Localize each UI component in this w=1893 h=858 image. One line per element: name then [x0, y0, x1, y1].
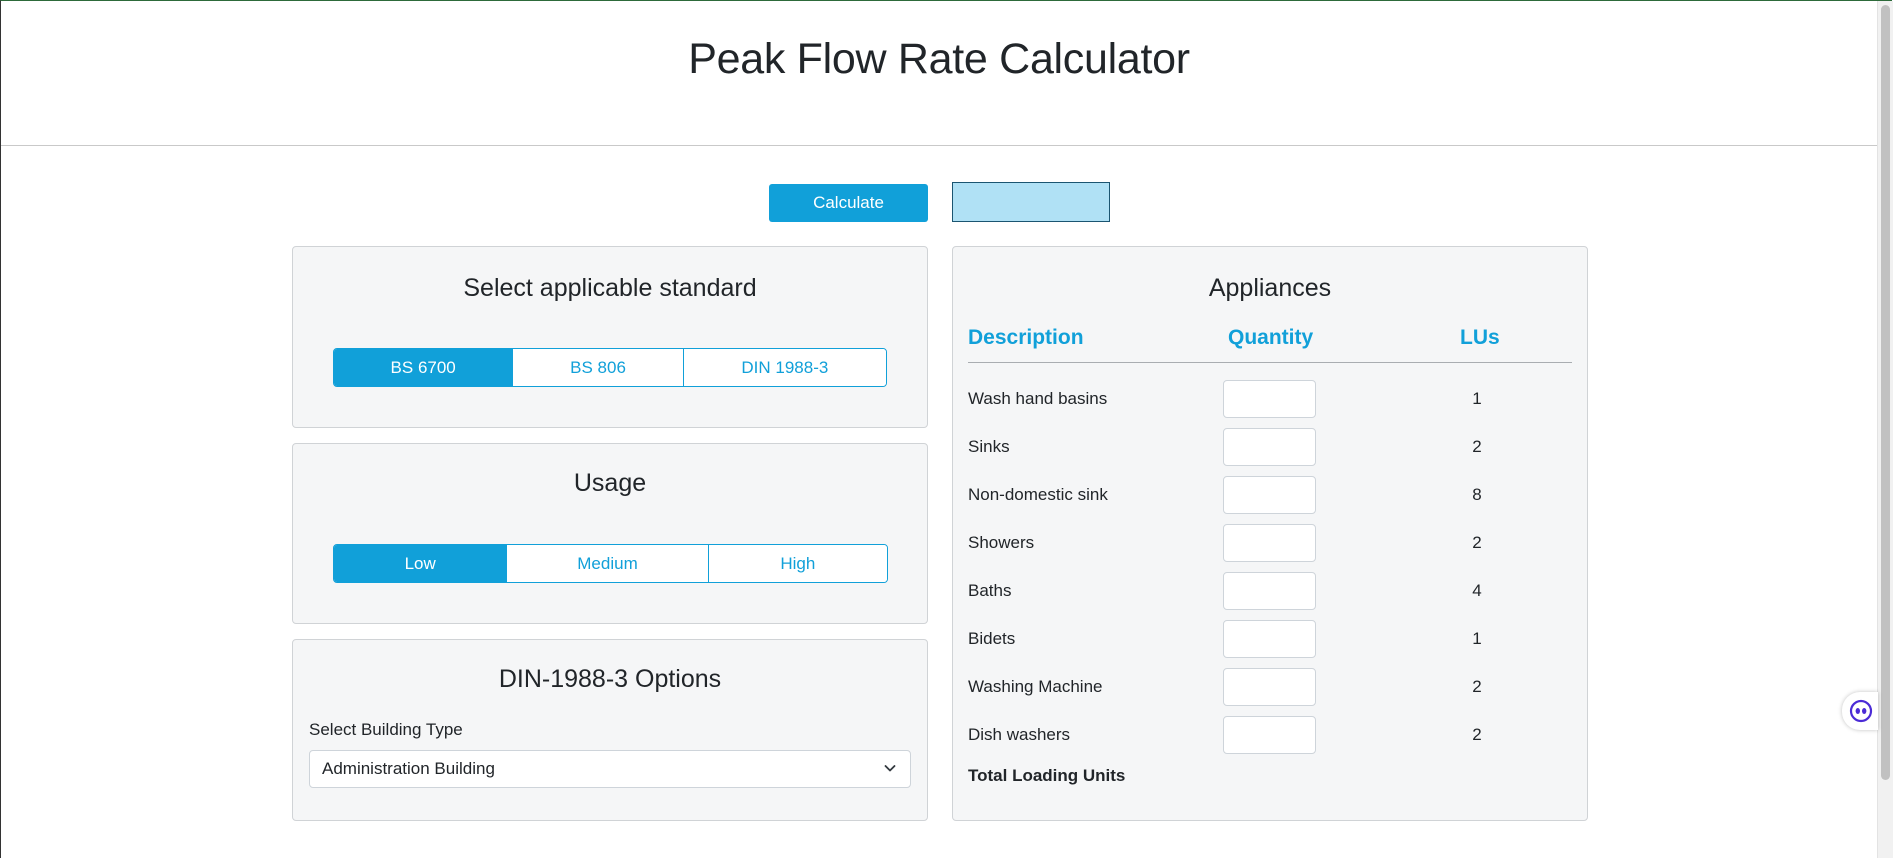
appliance-description: Wash hand basins: [968, 389, 1108, 408]
page-title: Peak Flow Rate Calculator: [688, 34, 1190, 83]
quantity-input-wash-hand-basins[interactable]: [1223, 380, 1316, 418]
scrollbar-thumb[interactable]: [1881, 5, 1890, 780]
appliances-title: Appliances: [1208, 274, 1332, 302]
standard-option-bs806[interactable]: BS 806: [513, 349, 684, 386]
table-header-divider: [968, 362, 1572, 363]
appliance-description: Dish washers: [968, 725, 1071, 744]
assistant-widget-icon: [1849, 699, 1873, 723]
appliance-description: Bidets: [968, 629, 1016, 648]
building-type-label: Select Building Type: [309, 720, 463, 739]
appliance-description: Washing Machine: [968, 677, 1103, 696]
quantity-input-sinks[interactable]: [1223, 428, 1316, 466]
column-header-lus: LUs: [1460, 326, 1500, 349]
building-type-value: Administration Building: [322, 759, 495, 778]
usage-option-low[interactable]: Low: [334, 545, 508, 582]
din-options-card: DIN-1988-3 Options Select Building Type …: [292, 639, 928, 821]
standard-card: Select applicable standard BS 6700 BS 80…: [292, 246, 928, 428]
result-output: [952, 182, 1110, 222]
usage-title: Usage: [573, 469, 647, 497]
appliance-lus: 2: [1472, 677, 1482, 696]
assistant-widget[interactable]: [1842, 692, 1878, 730]
page-header: Peak Flow Rate Calculator: [1, 1, 1877, 146]
appliance-description: Non-domestic sink: [968, 485, 1108, 504]
total-loading-units-label: Total Loading Units: [968, 766, 1126, 785]
appliance-lus: 1: [1472, 629, 1482, 648]
standard-title: Select applicable standard: [463, 274, 757, 302]
appliance-lus: 2: [1472, 533, 1482, 552]
quantity-input-baths[interactable]: [1223, 572, 1316, 610]
appliance-description: Baths: [968, 581, 1012, 600]
standard-option-din19883[interactable]: DIN 1988-3: [683, 349, 886, 386]
usage-card: Usage Low Medium High: [292, 443, 928, 624]
quantity-input-non-domestic-sink[interactable]: [1223, 476, 1316, 514]
vertical-scrollbar[interactable]: [1877, 1, 1893, 858]
appliance-lus: 2: [1472, 437, 1482, 456]
column-header-quantity: Quantity: [1228, 326, 1314, 349]
appliance-description: Sinks: [968, 437, 1010, 456]
appliance-lus: 8: [1472, 485, 1482, 504]
appliance-description: Showers: [968, 533, 1035, 552]
quantity-input-showers[interactable]: [1223, 524, 1316, 562]
usage-option-high[interactable]: High: [708, 545, 887, 582]
din-options-title: DIN-1988-3 Options: [498, 665, 722, 693]
usage-option-medium[interactable]: Medium: [507, 545, 709, 582]
appliance-lus: 4: [1472, 581, 1482, 600]
building-type-select[interactable]: Administration Building: [309, 750, 911, 788]
column-header-description: Description: [968, 326, 1084, 349]
standard-segmented-control: BS 6700 BS 806 DIN 1988-3: [333, 348, 887, 387]
quantity-input-washing-machine[interactable]: [1223, 668, 1316, 706]
appliance-lus: 2: [1472, 725, 1482, 744]
usage-segmented-control: Low Medium High: [333, 544, 888, 583]
quantity-input-dish-washers[interactable]: [1223, 716, 1316, 754]
calculate-button[interactable]: Calculate: [769, 184, 928, 222]
quantity-input-bidets[interactable]: [1223, 620, 1316, 658]
appliance-lus: 1: [1472, 389, 1482, 408]
chevron-down-icon: [884, 765, 896, 772]
standard-option-bs6700[interactable]: BS 6700: [334, 349, 514, 386]
